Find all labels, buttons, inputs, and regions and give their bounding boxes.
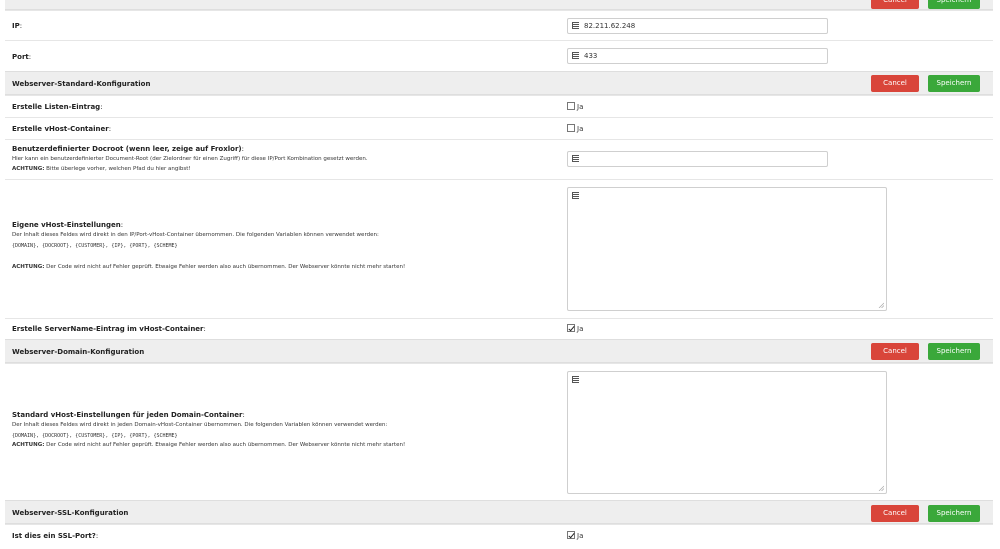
std-vhost-vars: {DOMAIN}, {DOCROOT}, {CUSTOMER}, {IP}, {… xyxy=(12,432,178,439)
servername-checkbox[interactable]: Ja xyxy=(567,324,583,333)
list-icon xyxy=(572,192,579,199)
ip-label: IP xyxy=(12,22,20,30)
is-ssl-row: Ist dies ein SSL-Port?: Ja xyxy=(5,524,993,549)
list-icon xyxy=(572,22,579,29)
servername-label: Erstelle ServerName-Eintrag im vHost-Con… xyxy=(12,325,204,333)
section-header-ssl: Webserver-SSL-Konfiguration Cancel Speic… xyxy=(5,500,993,524)
section-title-ssl: Webserver-SSL-Konfiguration xyxy=(12,509,129,517)
port-label: Port xyxy=(12,53,29,61)
section-header-top: Cancel Speichern xyxy=(5,0,993,10)
docroot-warn: Bitte überlege vorher, welchen Pfad du h… xyxy=(44,165,191,172)
own-vhost-vars: {DOMAIN}, {DOCROOT}, {CUSTOMER}, {IP}, {… xyxy=(12,242,178,249)
own-vhost-label: Eigene vHost-Einstellungen xyxy=(12,221,121,229)
docroot-row: Benutzerdefinierter Docroot (wenn leer, … xyxy=(5,139,993,179)
port-input[interactable]: 433 xyxy=(567,48,828,64)
section-title-standard: Webserver-Standard-Konfiguration xyxy=(12,80,151,88)
is-ssl-label: Ist dies ein SSL-Port? xyxy=(12,532,96,540)
save-button-standard[interactable]: Speichern xyxy=(928,75,980,92)
servername-row: Erstelle ServerName-Eintrag im vHost-Con… xyxy=(5,318,993,339)
cancel-button-standard[interactable]: Cancel xyxy=(871,75,919,92)
resize-grip-icon[interactable] xyxy=(878,302,884,308)
list-icon xyxy=(572,376,579,383)
own-vhost-warn: Der Code wird nicht auf Fehler geprüft. … xyxy=(44,264,406,270)
std-vhost-desc: Der Inhalt dieses Feldes wird direkt in … xyxy=(12,422,388,428)
std-vhost-row: Standard vHost-Einstellungen für jeden D… xyxy=(5,363,993,500)
port-value: 433 xyxy=(584,52,598,60)
checkbox-box-checked[interactable] xyxy=(567,531,575,539)
vhost-opt: Ja xyxy=(577,125,584,133)
std-vhost-textarea[interactable] xyxy=(567,371,887,494)
section-title-domain: Webserver-Domain-Konfiguration xyxy=(12,348,145,356)
vhost-row: Erstelle vHost-Container: Ja xyxy=(5,117,993,139)
std-vhost-label: Standard vHost-Einstellungen für jeden D… xyxy=(12,411,243,419)
docroot-input[interactable] xyxy=(567,151,828,167)
cancel-button-top[interactable]: Cancel xyxy=(871,0,919,9)
resize-grip-icon[interactable] xyxy=(878,485,884,491)
save-button-top[interactable]: Speichern xyxy=(928,0,980,9)
ip-value: 82.211.62.248 xyxy=(584,22,636,30)
servername-opt: Ja xyxy=(577,325,584,333)
own-vhost-row: Eigene vHost-Einstellungen: Der Inhalt d… xyxy=(5,179,993,318)
checkbox-box-checked[interactable] xyxy=(567,324,575,332)
docroot-warn-bold: ACHTUNG: xyxy=(12,165,45,172)
vhost-label: Erstelle vHost-Container xyxy=(12,125,109,133)
docroot-desc: Hier kann ein benutzerdefinierter Docume… xyxy=(12,156,368,162)
own-vhost-desc: Der Inhalt dieses Feldes wird direkt in … xyxy=(12,232,379,238)
list-icon xyxy=(572,155,579,162)
section-header-domain: Webserver-Domain-Konfiguration Cancel Sp… xyxy=(5,339,993,363)
vhost-checkbox[interactable]: Ja xyxy=(567,124,583,133)
is-ssl-opt: Ja xyxy=(577,532,584,540)
checkbox-box[interactable] xyxy=(567,124,575,132)
list-icon xyxy=(572,52,579,59)
listen-label: Erstelle Listen-Eintrag xyxy=(12,103,101,111)
docroot-label: Benutzerdefinierter Docroot (wenn leer, … xyxy=(12,145,242,153)
save-button-ssl[interactable]: Speichern xyxy=(928,505,980,522)
checkbox-box[interactable] xyxy=(567,102,575,110)
own-vhost-textarea[interactable] xyxy=(567,187,887,311)
is-ssl-checkbox[interactable]: Ja xyxy=(567,531,583,540)
save-button-domain[interactable]: Speichern xyxy=(928,343,980,360)
listen-opt: Ja xyxy=(577,103,584,111)
cancel-button-ssl[interactable]: Cancel xyxy=(871,505,919,522)
ip-input[interactable]: 82.211.62.248 xyxy=(567,18,828,34)
section-header-standard: Webserver-Standard-Konfiguration Cancel … xyxy=(5,71,993,95)
std-vhost-warn: Der Code wird nicht auf Fehler geprüft. … xyxy=(44,442,406,448)
port-row: Port: 433 xyxy=(5,40,993,71)
own-vhost-warn-bold: ACHTUNG: xyxy=(12,264,45,270)
listen-checkbox[interactable]: Ja xyxy=(567,102,583,111)
ip-row: IP: 82.211.62.248 xyxy=(5,10,993,40)
cancel-button-domain[interactable]: Cancel xyxy=(871,343,919,360)
std-vhost-warn-bold: ACHTUNG: xyxy=(12,442,45,448)
listen-row: Erstelle Listen-Eintrag: Ja xyxy=(5,95,993,117)
